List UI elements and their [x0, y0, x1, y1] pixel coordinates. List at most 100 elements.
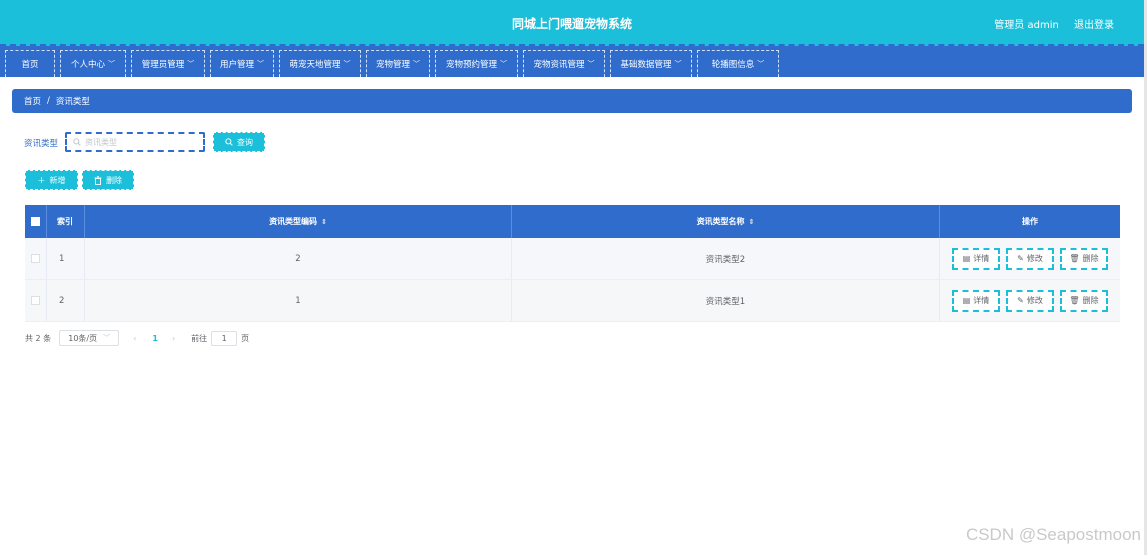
sort-icon[interactable]: ⇕ [321, 218, 327, 226]
row-checkbox[interactable] [31, 254, 40, 263]
column-header-label: 资讯类型编码 [269, 217, 318, 226]
cell-code: 1 [85, 280, 512, 321]
row-checkbox[interactable] [31, 296, 40, 305]
chevron-down-icon: ﹀ [257, 60, 264, 68]
chevron-down-icon: ﹀ [757, 60, 765, 68]
nav-item-basic-data-manage[interactable]: 基础数据管理 ﹀ [610, 50, 692, 77]
chevron-down-icon: ﹀ [500, 60, 507, 68]
nav-item-personal-center[interactable]: 个人中心 ﹀ [60, 50, 126, 77]
nav-item-pet-manage[interactable]: 宠物管理 ﹀ [366, 50, 430, 77]
chevron-down-icon: ﹀ [413, 60, 420, 68]
cell-name: 资讯类型2 [512, 238, 940, 279]
delete-button[interactable]: 删除 [82, 170, 134, 190]
data-table: 索引 资讯类型编码 ⇕ 资讯类型名称 ⇕ 操作 1 2 资讯类型2 ▤ 详情 ✎ 修改 … [25, 205, 1120, 322]
nav-item-pet-world-manage[interactable]: 萌宠天地管理 ﹀ [279, 50, 361, 77]
breadcrumb-home[interactable]: 首页 [24, 95, 41, 107]
nav-label: 宠物管理 [375, 60, 410, 70]
nav-label: 基础数据管理 [620, 60, 672, 70]
breadcrumb-current: 资讯类型 [55, 97, 90, 107]
table-header: 索引 资讯类型编码 ⇕ 资讯类型名称 ⇕ 操作 [25, 205, 1120, 238]
edit-icon: ✎ [1017, 296, 1024, 305]
document-icon: ▤ [962, 296, 971, 305]
query-button[interactable]: 查询 [213, 132, 265, 152]
nav-label: 用户管理 [219, 60, 254, 70]
row-checkbox-cell [25, 238, 47, 279]
header-checkbox-cell [25, 205, 47, 238]
add-button[interactable]: ＋ 新增 [25, 170, 78, 190]
search-icon [225, 138, 233, 146]
row-checkbox-cell [25, 280, 47, 321]
column-header-label: 资讯类型名称 [696, 217, 745, 226]
query-button-label: 查询 [237, 137, 253, 147]
sort-icon[interactable]: ⇕ [749, 218, 755, 226]
app-title: 同城上门喂遛宠物系统 [511, 17, 632, 31]
page-size-value: 10条/页 [68, 333, 98, 343]
column-header-index: 索引 [47, 205, 85, 238]
detail-button[interactable]: ▤ 详情 [952, 247, 1000, 270]
nav-item-pet-news-manage[interactable]: 宠物资讯管理 ﹀ [523, 50, 605, 77]
edit-button[interactable]: ✎ 修改 [1006, 289, 1054, 312]
edit-button-label: 修改 [1026, 296, 1043, 305]
nav-label: 个人中心 [70, 60, 105, 70]
document-icon: ▤ [962, 254, 971, 263]
trash-icon: 🗑︎ [1069, 296, 1080, 305]
nav-item-home[interactable]: 首页 [5, 50, 55, 77]
column-header-ops: 操作 [1022, 217, 1038, 226]
nav-item-pet-booking-manage[interactable]: 宠物预约管理 ﹀ [435, 50, 518, 77]
cell-index: 1 [47, 238, 85, 279]
trash-icon: 🗑︎ [1069, 254, 1080, 263]
search-input[interactable] [85, 137, 185, 147]
nav-item-admin-manage[interactable]: 管理员管理 ﹀ [131, 50, 205, 77]
user-name: 管理员 admin [994, 20, 1059, 31]
chevron-down-icon: ﹀ [674, 60, 682, 68]
pagination: 共 2 条 10条/页 ﹀ ‹ 1 › 前往 页 [25, 330, 249, 346]
search-label: 资讯类型 [24, 139, 59, 149]
cell-code: 2 [85, 238, 512, 279]
nav-item-carousel-info[interactable]: 轮播图信息 ﹀ [697, 50, 779, 77]
detail-button[interactable]: ▤ 详情 [952, 289, 1000, 312]
row-delete-button[interactable]: 🗑︎ 删除 [1060, 247, 1108, 270]
trash-icon [94, 175, 102, 185]
nav-label: 轮播图信息 [711, 60, 755, 70]
chevron-down-icon: ﹀ [187, 60, 195, 68]
delete-button-label: 删除 [106, 175, 122, 185]
column-header-name[interactable]: 资讯类型名称 ⇕ [512, 205, 940, 238]
row-delete-button-label: 删除 [1082, 254, 1099, 263]
page-number-current[interactable]: 1 [152, 334, 158, 343]
nav-label: 宠物预约管理 [445, 60, 497, 70]
cell-ops: ▤ 详情 ✎ 修改 🗑︎ 删除 [940, 238, 1120, 279]
main-nav: 首页 个人中心 ﹀ 管理员管理 ﹀ 用户管理 ﹀ 萌宠天地管理 ﹀ 宠物管理 ﹀ 宠物预约… [0, 46, 1144, 77]
nav-item-user-manage[interactable]: 用户管理 ﹀ [210, 50, 274, 77]
row-delete-button-label: 删除 [1082, 296, 1099, 305]
table-row: 1 2 资讯类型2 ▤ 详情 ✎ 修改 🗑︎ 删除 [25, 238, 1120, 280]
pagination-total: 共 2 条 [25, 333, 52, 343]
breadcrumb-separator: / [47, 96, 50, 106]
next-page-button[interactable]: › [172, 334, 175, 343]
user-area: 管理员 admin 退出登录 [982, 16, 1114, 31]
add-button-label: 新增 [49, 175, 66, 185]
logout-link[interactable]: 退出登录 [1074, 20, 1114, 31]
nav-label: 管理员管理 [141, 60, 185, 70]
search-icon [73, 138, 81, 146]
edit-button[interactable]: ✎ 修改 [1006, 247, 1054, 270]
page-size-select[interactable]: 10条/页 ﹀ [59, 330, 120, 346]
goto-page-input[interactable] [211, 330, 238, 346]
search-field[interactable] [65, 132, 205, 152]
top-header: 同城上门喂遛宠物系统 管理员 admin 退出登录 [0, 0, 1144, 46]
edit-button-label: 修改 [1026, 254, 1043, 263]
chevron-down-icon: ﹀ [103, 334, 111, 342]
watermark: CSDN @Seapostmoon [965, 525, 1141, 544]
cell-index: 2 [47, 280, 85, 321]
goto-suffix: 页 [241, 333, 250, 343]
chevron-down-icon: ﹀ [108, 60, 115, 68]
breadcrumb: 首页 / 资讯类型 [12, 89, 1132, 113]
column-header-code[interactable]: 资讯类型编码 ⇕ [85, 205, 512, 238]
select-all-checkbox[interactable] [31, 217, 40, 226]
table-row: 2 1 资讯类型1 ▤ 详情 ✎ 修改 🗑︎ 删除 [25, 280, 1120, 322]
cell-ops: ▤ 详情 ✎ 修改 🗑︎ 删除 [940, 280, 1120, 321]
plus-icon: ＋ [37, 175, 46, 185]
prev-page-button[interactable]: ‹ [133, 334, 136, 343]
nav-label: 萌宠天地管理 [289, 60, 341, 70]
nav-label: 首页 [21, 60, 39, 70]
row-delete-button[interactable]: 🗑︎ 删除 [1060, 289, 1108, 312]
